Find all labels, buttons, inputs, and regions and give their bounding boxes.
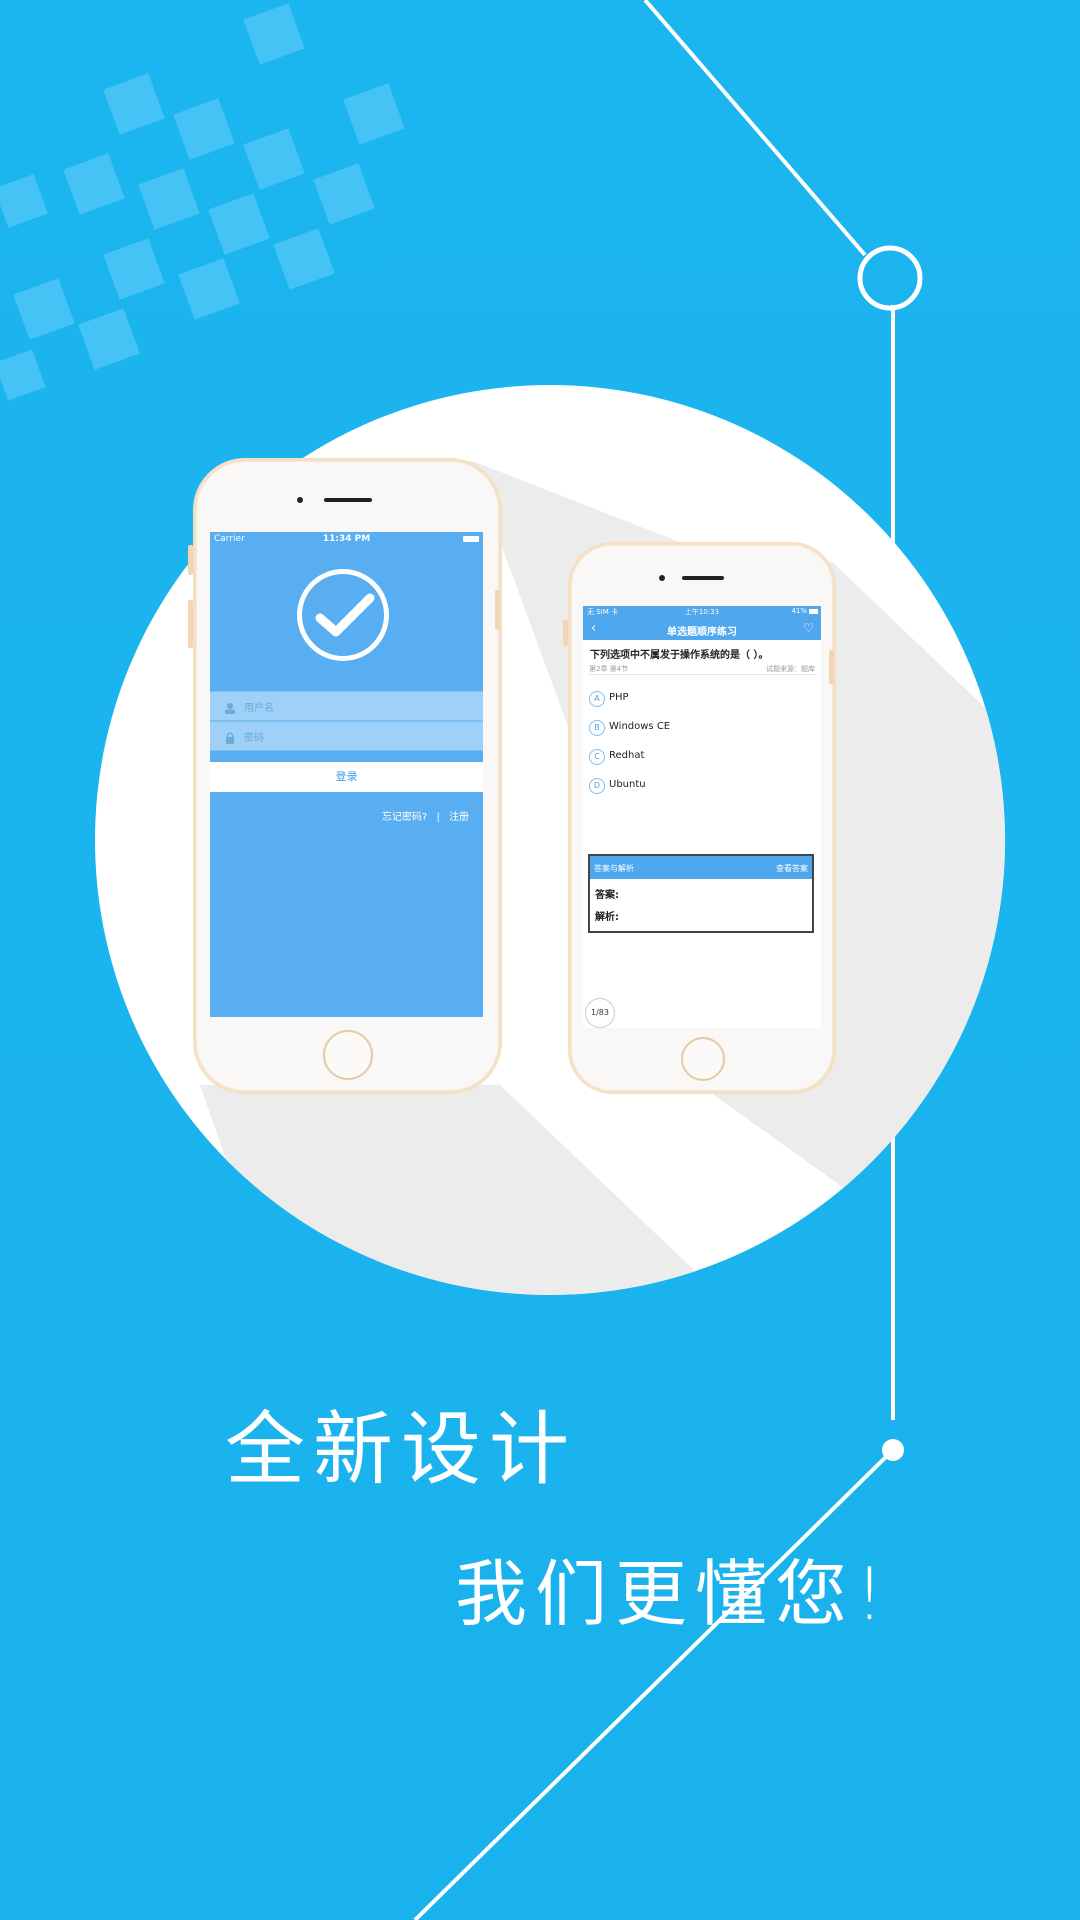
option-letter: D: [589, 778, 605, 794]
analysis-label: 解析:: [595, 912, 619, 923]
battery-icon: [463, 536, 479, 542]
square-pattern: [0, 3, 405, 401]
option-text: PHP: [609, 692, 629, 703]
view-answer-button[interactable]: 查看答案: [776, 863, 808, 874]
option-text: Ubuntu: [609, 779, 646, 790]
volume-button: [188, 600, 193, 648]
login-button[interactable]: 登录: [210, 762, 483, 792]
battery-icon: [809, 609, 818, 614]
nav-bar: ‹ 单选题顺序练习 ♡: [583, 618, 821, 640]
option-letter: C: [589, 749, 605, 765]
username-placeholder: 用户名: [244, 703, 274, 714]
lock-icon: [224, 729, 236, 744]
option-letter: B: [589, 720, 605, 736]
register-link[interactable]: 注册: [449, 812, 469, 823]
heart-icon[interactable]: ♡: [803, 621, 814, 635]
nav-title: 单选题顺序练习: [667, 627, 737, 638]
slogan-line2: 我们更懂您!: [455, 1552, 892, 1636]
ring-node: [857, 245, 923, 311]
home-button[interactable]: [681, 1037, 725, 1081]
quiz-screen: 无 SIM 卡 上午10:33 41% ‹ 单选题顺序练习 ♡ 下列选项中不属发…: [583, 606, 821, 1028]
auth-links: 忘记密码? | 注册: [382, 808, 469, 823]
question-text: 下列选项中不属发于操作系统的是（ ）。: [590, 650, 769, 661]
answer-header-label: 答案与解析: [594, 864, 634, 873]
answer-panel-header: 答案与解析 查看答案: [590, 856, 812, 879]
password-field[interactable]: 密码: [210, 721, 483, 751]
page-indicator[interactable]: 1/83: [585, 998, 615, 1028]
divider: [589, 674, 815, 675]
option-text: Windows CE: [609, 721, 671, 732]
status-time: 上午10:33: [684, 608, 720, 616]
login-screen: Carrier 11:34 PM 用户名 密码 登录 忘记密码? | 注册: [210, 532, 483, 1017]
password-placeholder: 密码: [244, 733, 264, 744]
username-field[interactable]: 用户名: [210, 691, 483, 721]
power-button: [495, 590, 500, 630]
status-time: 11:34 PM: [322, 534, 371, 544]
earpiece-speaker: [324, 498, 372, 502]
source-label: 试题来源：题库: [766, 665, 815, 673]
status-bar: Carrier 11:34 PM: [210, 532, 483, 548]
home-button[interactable]: [323, 1030, 373, 1080]
forgot-password-link[interactable]: 忘记密码?: [382, 812, 427, 823]
earpiece-speaker: [682, 576, 724, 580]
mute-switch: [188, 545, 193, 575]
link-separator: |: [436, 812, 440, 823]
answer-label: 答案:: [595, 890, 619, 901]
slogan-line1: 全新设计: [225, 1403, 577, 1496]
front-camera: [659, 575, 665, 581]
option-letter: A: [589, 691, 605, 707]
checkmark-circle-icon: [297, 569, 389, 661]
dot-node: [882, 1439, 904, 1461]
answer-panel: 答案与解析 查看答案 答案: 解析:: [588, 854, 814, 933]
status-bar: 无 SIM 卡 上午10:33 41%: [583, 606, 821, 618]
option-text: Redhat: [609, 750, 645, 761]
mute-switch: [563, 620, 568, 646]
battery-percent: 41%: [791, 607, 807, 615]
power-button: [829, 650, 834, 684]
front-camera: [297, 497, 303, 503]
user-icon: [224, 699, 236, 714]
chapter-label: 第2章 第4节: [589, 665, 629, 673]
